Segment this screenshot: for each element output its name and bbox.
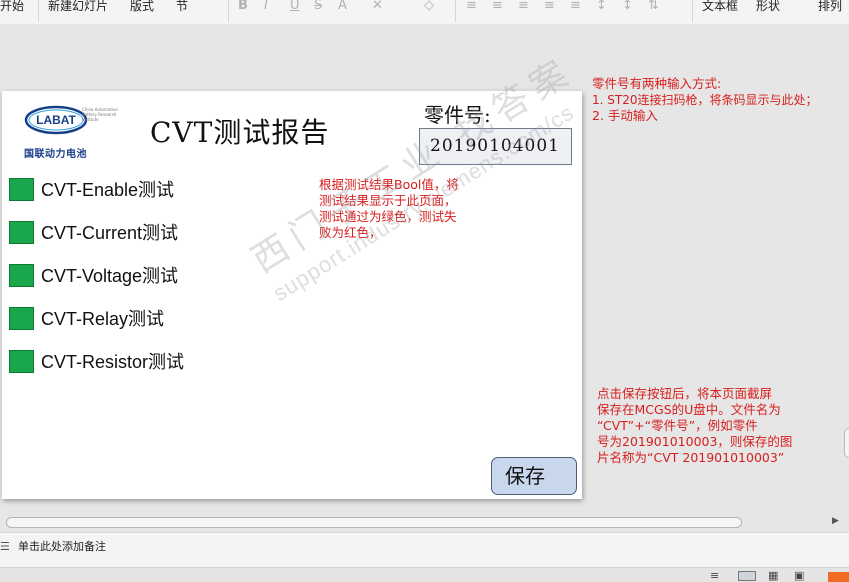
- text-direction-icon[interactable]: ⇅: [648, 0, 659, 12]
- test-label: CVT-Current测试: [41, 223, 179, 243]
- horizontal-scrollbar[interactable]: ▶: [0, 514, 849, 532]
- reading-view-icon[interactable]: ▣: [794, 569, 804, 582]
- underline-icon[interactable]: U: [290, 0, 300, 12]
- part-number-field[interactable]: 20190104001: [419, 128, 572, 165]
- note-line: 败为红色，: [319, 225, 382, 240]
- strikethrough-icon[interactable]: S: [314, 0, 322, 12]
- save-annotation: 点击保存按钮后，将本页面截屏 保存在MCGS的U盘中。文件名为 “CVT”+“零…: [597, 386, 837, 466]
- ribbon-start-button[interactable]: 开始: [0, 0, 24, 12]
- note-line: 1. ST20连接扫码枪，将条码显示与此处；: [592, 93, 818, 107]
- normal-view-icon[interactable]: [738, 571, 756, 581]
- note-line: 零件号有两种输入方式:: [592, 76, 722, 91]
- note-line: 点击保存按钮后，将本页面截屏: [597, 386, 773, 401]
- notes-icon: ☰: [0, 540, 10, 553]
- note-line: 测试通过为绿色，测试失: [319, 209, 457, 224]
- scrollbar-thumb[interactable]: [6, 517, 742, 528]
- note-line: 测试结果显示于此页面，: [319, 193, 457, 208]
- test-status-indicator: [9, 178, 34, 201]
- test-label: CVT-Voltage测试: [41, 266, 179, 286]
- paragraph-spacing-icon[interactable]: ↕: [622, 0, 633, 12]
- part-number-label: 零件号:: [424, 103, 491, 127]
- test-status-indicator: [9, 307, 34, 330]
- font-color-icon[interactable]: A: [338, 0, 347, 12]
- ribbon-toolbar: 开始 新建幻灯片 版式 节 B I U S A ✕ ◇ ≡ ≡ ≡ ≡ ≡ ↕ …: [0, 0, 849, 25]
- align-center-icon[interactable]: ≡: [492, 0, 503, 12]
- new-slide-button[interactable]: 新建幻灯片: [48, 0, 108, 12]
- scroll-right-icon[interactable]: ▶: [832, 516, 839, 526]
- result-display-note: 根据测试结果Bool值，将 测试结果显示于此页面， 测试通过为绿色，测试失 败为…: [319, 177, 489, 241]
- distribute-icon[interactable]: ≡: [570, 0, 581, 12]
- test-label: CVT-Relay测试: [41, 309, 165, 329]
- part-number-annotation: 零件号有两种输入方式: 1. ST20连接扫码枪，将条码显示与此处； 2. 手动…: [592, 76, 848, 124]
- align-left-icon[interactable]: ≡: [466, 0, 477, 12]
- ribbon-separator: [692, 0, 693, 22]
- align-right-icon[interactable]: ≡: [518, 0, 529, 12]
- clear-format-icon[interactable]: ✕: [372, 0, 383, 12]
- ribbon-separator: [38, 0, 39, 22]
- note-line: 2. 手动输入: [592, 108, 658, 123]
- eraser-icon[interactable]: ◇: [424, 0, 434, 12]
- note-line: 根据测试结果Bool值，将: [319, 177, 459, 192]
- note-line: 片名称为“CVT 201901010003”: [597, 450, 785, 465]
- italic-icon[interactable]: I: [264, 0, 268, 12]
- logo-subtitle: China Automotive Battery Research Instit…: [82, 107, 118, 122]
- logo-chinese-name: 国联动力电池: [24, 149, 87, 160]
- save-button[interactable]: 保存: [491, 457, 577, 495]
- test-status-indicator: [9, 264, 34, 287]
- bold-icon[interactable]: B: [238, 0, 248, 12]
- slide-workspace[interactable]: LABAT China Automotive Battery Research …: [0, 24, 849, 514]
- page-title: CVT测试报告: [150, 116, 330, 149]
- notes-toggle-icon[interactable]: ≡: [710, 569, 719, 582]
- slide-sorter-icon[interactable]: ▦: [768, 569, 778, 582]
- note-line: “CVT”+“零件号”，例如零件: [597, 418, 758, 433]
- note-line: 保存在MCGS的U盘中。文件名为: [597, 402, 781, 417]
- test-label: CVT-Enable测试: [41, 180, 175, 200]
- slide-canvas[interactable]: LABAT China Automotive Battery Research …: [2, 91, 582, 499]
- test-status-indicator: [9, 350, 34, 373]
- labat-logo: LABAT China Automotive Battery Research …: [24, 103, 124, 160]
- status-bar: ≡ ▦ ▣: [0, 567, 849, 582]
- notes-placeholder[interactable]: 单击此处添加备注: [18, 538, 106, 554]
- side-panel-toggle[interactable]: [844, 428, 849, 458]
- justify-icon[interactable]: ≡: [544, 0, 555, 12]
- arrange-button[interactable]: 排列: [818, 0, 842, 12]
- logo-wordmark: LABAT: [36, 113, 76, 127]
- ribbon-separator: [455, 0, 456, 22]
- section-button[interactable]: 节: [176, 0, 188, 12]
- notes-pane[interactable]: ☰ 单击此处添加备注: [0, 532, 849, 568]
- note-line: 号为201901010003，则保存的图: [597, 434, 793, 449]
- ribbon-separator: [228, 0, 229, 22]
- test-label: CVT-Resistor测试: [41, 352, 185, 372]
- layout-button[interactable]: 版式: [130, 0, 154, 12]
- test-status-indicator: [9, 221, 34, 244]
- textbox-button[interactable]: 文本框: [702, 0, 738, 12]
- line-spacing-icon[interactable]: ↕: [596, 0, 607, 12]
- shape-button[interactable]: 形状: [756, 0, 780, 12]
